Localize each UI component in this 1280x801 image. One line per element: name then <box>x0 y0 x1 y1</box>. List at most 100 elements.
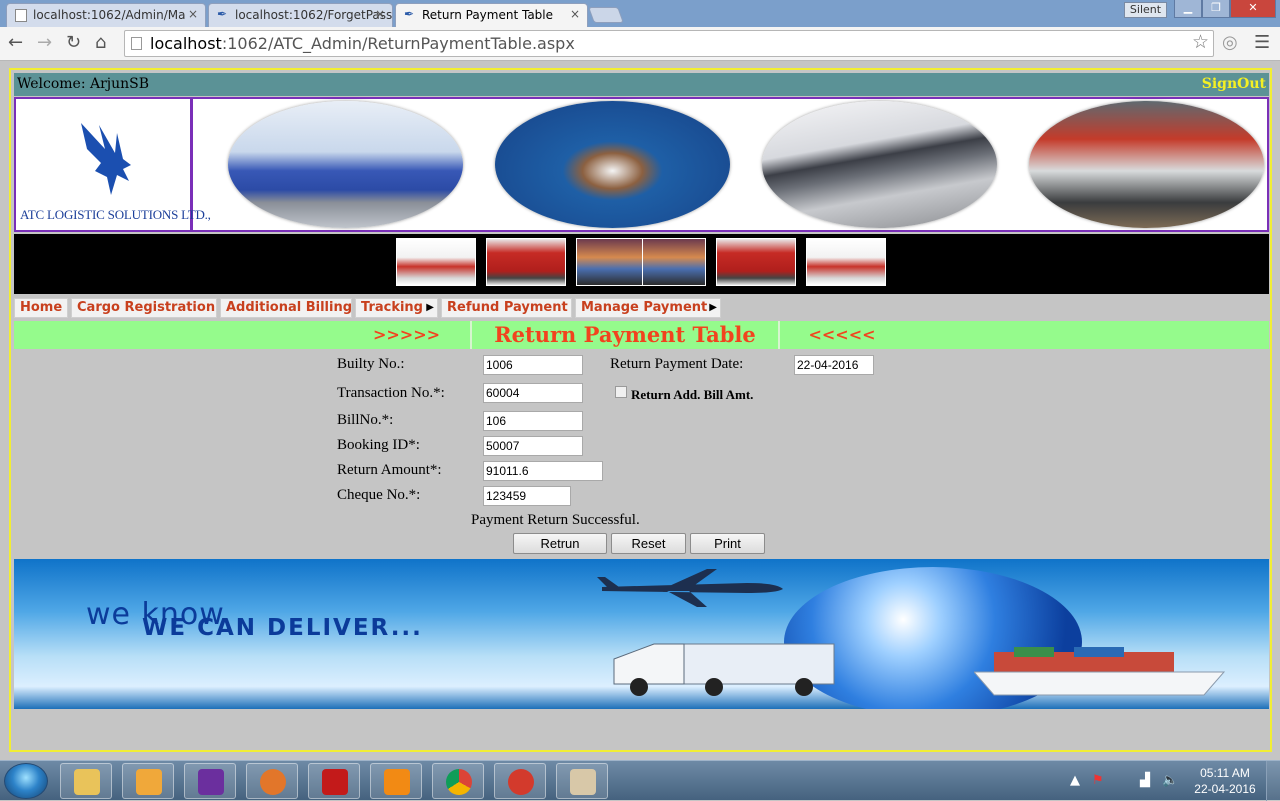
builty-no-label: Builty No.: <box>337 356 405 372</box>
ccleaner-glyph <box>508 769 534 795</box>
welcome-text: Welcome: ArjunSB <box>17 76 150 92</box>
url-path: :1062/ATC_Admin/ReturnPaymentTable.aspx <box>221 34 575 53</box>
vs-glyph <box>198 769 224 795</box>
transaction-no-input[interactable] <box>483 383 583 403</box>
train-image <box>1029 101 1264 228</box>
trucks-image <box>228 101 463 228</box>
chrome-icon[interactable] <box>432 763 484 799</box>
start-button[interactable] <box>4 763 48 799</box>
main-menu: Home Cargo Registration Additional Billi… <box>14 295 1269 319</box>
thumb-red-truck-image <box>486 238 566 286</box>
volume-icon[interactable]: 🔈 <box>1162 773 1178 788</box>
print-button[interactable]: Print <box>690 533 765 554</box>
media-glyph <box>136 769 162 795</box>
firefox-icon[interactable] <box>246 763 298 799</box>
reload-icon[interactable]: ↻ <box>66 33 81 53</box>
new-tab-button[interactable] <box>588 7 624 23</box>
page-title-bar: >>>>> Return Payment Table <<<<< <box>14 321 1269 349</box>
close-icon[interactable]: × <box>375 7 385 21</box>
submenu-arrow-icon: ▶ <box>426 302 434 313</box>
maximize-button[interactable]: ❐ <box>1202 0 1230 18</box>
extension-icon[interactable]: ◎ <box>1222 33 1238 53</box>
forward-arrow-icon[interactable]: → <box>37 33 52 53</box>
minimize-button[interactable]: ▁ <box>1174 0 1202 18</box>
return-add-bill-checkbox[interactable] <box>615 386 627 398</box>
action-center-flag-icon[interactable]: ⚑ <box>1092 773 1104 788</box>
reset-button[interactable]: Reset <box>611 533 686 554</box>
divider <box>778 321 780 349</box>
menu-item-tracking[interactable]: Tracking ▶ <box>355 298 438 318</box>
footer-banner-image: we know WE CAN DELIVER... <box>14 559 1269 709</box>
bookmark-star-icon[interactable]: ☆ <box>1192 30 1209 55</box>
footer-slogan-line2: WE CAN DELIVER... <box>142 615 423 641</box>
booking-id-input[interactable] <box>483 436 583 456</box>
folder-glyph <box>74 769 100 795</box>
menu-item-label: Manage Payment <box>581 300 708 315</box>
welcome-bar: Welcome: ArjunSB SignOut <box>14 73 1269 96</box>
title-left-arrows: >>>>> <box>372 325 441 344</box>
bill-no-input[interactable] <box>483 411 583 431</box>
menu-item-label: Home <box>20 300 63 315</box>
signout-link[interactable]: SignOut <box>1202 73 1266 96</box>
address-bar[interactable]: localhost:1062/ATC_Admin/ReturnPaymentTa… <box>124 30 1214 57</box>
browser-tab-forgetpass[interactable]: ✒ localhost:1062/ForgetPass × <box>208 3 393 27</box>
retrun-button[interactable]: Retrun <box>513 533 607 554</box>
thumb-red-truck-image <box>716 238 796 286</box>
clock-time: 05:11 AM <box>1200 766 1250 780</box>
page-icon <box>131 37 142 50</box>
tray-expand-icon[interactable]: ▲ <box>1070 773 1080 788</box>
transaction-no-label: Transaction No.*: <box>337 385 445 401</box>
paint-glyph <box>570 769 596 795</box>
cheque-no-label: Cheque No.*: <box>337 487 421 503</box>
close-icon[interactable]: × <box>188 7 198 21</box>
browser-toolbar: ← → ↻ ⌂ localhost:1062/ATC_Admin/ReturnP… <box>0 27 1280 61</box>
hamburger-menu-icon[interactable]: ☰ <box>1254 33 1270 53</box>
eagle-logo-icon <box>81 123 131 195</box>
browser-tab-return-payment[interactable]: ✒ Return Payment Table × <box>395 3 588 27</box>
acrobat-glyph <box>322 769 348 795</box>
windows-taskbar: ▲ ⚑ ▟ 🔈 05:11 AM 22-04-2016 <box>0 760 1280 801</box>
close-icon[interactable]: × <box>570 7 580 21</box>
menu-item-label: Cargo Registration <box>77 300 216 315</box>
paint-icon[interactable] <box>556 763 608 799</box>
vlc-glyph <box>384 769 410 795</box>
menu-item-home[interactable]: Home <box>14 298 68 318</box>
truck-icon <box>613 643 835 696</box>
return-payment-date-label: Return Payment Date: <box>610 356 744 372</box>
airplane-image <box>762 101 997 228</box>
cheque-no-input[interactable] <box>483 486 571 506</box>
cargo-ship-icon <box>974 647 1226 696</box>
menu-item-cargo-registration[interactable]: Cargo Registration <box>71 298 217 318</box>
return-add-bill-label: Return Add. Bill Amt. <box>631 387 754 402</box>
back-arrow-icon[interactable]: ← <box>8 33 23 53</box>
acrobat-reader-icon[interactable] <box>308 763 360 799</box>
close-window-button[interactable]: ✕ <box>1230 0 1276 18</box>
feather-icon: ✒ <box>217 7 228 21</box>
menu-item-manage-payment[interactable]: Manage Payment ▶ <box>575 298 721 318</box>
windows-explorer-icon[interactable] <box>60 763 112 799</box>
page-icon <box>15 9 27 22</box>
return-amount-input[interactable] <box>483 461 603 481</box>
home-icon[interactable]: ⌂ <box>95 33 106 53</box>
browser-tabstrip: localhost:1062/Admin/Ma × ✒ localhost:10… <box>0 0 1280 27</box>
thumb-highway-truck-image <box>642 238 706 286</box>
clock-date: 22-04-2016 <box>1194 782 1256 796</box>
return-payment-date-input[interactable] <box>794 355 874 375</box>
browser-tab-admin[interactable]: localhost:1062/Admin/Ma × <box>6 3 206 27</box>
show-desktop-button[interactable] <box>1266 761 1280 801</box>
title-right-arrows: <<<<< <box>808 325 876 344</box>
builty-no-input[interactable] <box>483 355 583 375</box>
menu-item-additional-billing[interactable]: Additional Billing <box>220 298 352 318</box>
system-clock[interactable]: 05:11 AM 22-04-2016 <box>1190 765 1260 797</box>
vlc-icon[interactable] <box>370 763 422 799</box>
visual-studio-icon[interactable] <box>184 763 236 799</box>
header-banner: ATC LOGISTIC SOLUTIONS LTD., <box>14 97 1269 232</box>
submenu-arrow-icon: ▶ <box>709 302 717 313</box>
media-player-icon[interactable] <box>122 763 174 799</box>
ccleaner-icon[interactable] <box>494 763 546 799</box>
airplane-icon <box>597 569 783 607</box>
silent-badge: Silent <box>1124 2 1167 18</box>
network-icon[interactable]: ▟ <box>1140 773 1150 788</box>
bill-no-label: BillNo.*: <box>337 412 394 428</box>
menu-item-refund-payment[interactable]: Refund Payment <box>441 298 572 318</box>
